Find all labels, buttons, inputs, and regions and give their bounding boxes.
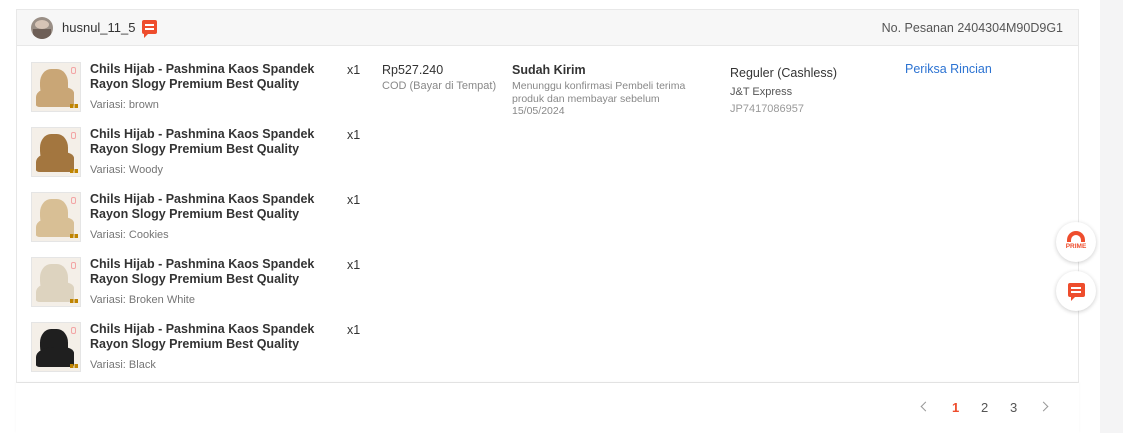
brand-dots [70, 299, 78, 303]
prime-label: PRIME [1065, 243, 1087, 250]
product-image-shape [36, 282, 74, 302]
product-image-shape [36, 152, 74, 172]
product-variant: Variasi: Broken White [90, 294, 195, 306]
brand-mark [71, 262, 76, 269]
check-details-link[interactable]: Periksa Rincian [905, 62, 992, 76]
order-items: Chils Hijab - Pashmina Kaos Spandek Rayo… [31, 60, 371, 385]
page-3-button[interactable]: 3 [1010, 400, 1017, 415]
chat-icon[interactable] [142, 20, 157, 38]
scrollbar-track[interactable] [1100, 0, 1123, 433]
brand-mark [71, 132, 76, 139]
chevron-right-icon[interactable] [1038, 401, 1049, 412]
list-item: Chils Hijab - Pashmina Kaos Spandek Rayo… [31, 125, 371, 190]
brand-dots [70, 364, 78, 368]
list-item: Chils Hijab - Pashmina Kaos Spandek Rayo… [31, 255, 371, 320]
chevron-left-icon[interactable] [920, 401, 931, 412]
brand-mark [71, 327, 76, 334]
order-total-price: Rp527.240 [382, 63, 444, 77]
product-image-shape [36, 217, 74, 237]
courier-name: J&T Express [730, 86, 793, 98]
page-2-button[interactable]: 2 [981, 400, 988, 415]
tracking-number: JP7417086957 [730, 103, 805, 115]
payment-method: COD (Bayar di Tempat) [382, 80, 497, 92]
chat-button[interactable] [1056, 271, 1096, 311]
product-title[interactable]: Chils Hijab - Pashmina Kaos Spandek Rayo… [90, 62, 342, 92]
product-image[interactable] [31, 192, 81, 242]
product-variant: Variasi: Woody [90, 164, 163, 176]
list-item: Chils Hijab - Pashmina Kaos Spandek Rayo… [31, 60, 371, 125]
product-title[interactable]: Chils Hijab - Pashmina Kaos Spandek Rayo… [90, 257, 342, 287]
product-quantity: x1 [347, 193, 361, 207]
avatar-face [35, 20, 49, 29]
order-card: husnul_11_5 No. Pesanan 2404304M90D9G1 C… [16, 9, 1079, 383]
brand-dots [70, 104, 78, 108]
brand-dots [70, 169, 78, 173]
product-title[interactable]: Chils Hijab - Pashmina Kaos Spandek Rayo… [90, 127, 342, 157]
brand-dots [70, 234, 78, 238]
page: husnul_11_5 No. Pesanan 2404304M90D9G1 C… [0, 0, 1123, 433]
product-variant: Variasi: Black [90, 359, 156, 371]
product-image[interactable] [31, 257, 81, 307]
product-image-shape [36, 87, 74, 107]
product-image[interactable] [31, 127, 81, 177]
product-title[interactable]: Chils Hijab - Pashmina Kaos Spandek Rayo… [90, 322, 342, 352]
product-image[interactable] [31, 322, 81, 372]
brand-mark [71, 67, 76, 74]
list-item: Chils Hijab - Pashmina Kaos Spandek Rayo… [31, 320, 371, 385]
order-status: Sudah Kirim [512, 63, 586, 77]
product-variant: Variasi: Cookies [90, 229, 169, 241]
order-number: No. Pesanan 2404304M90D9G1 [881, 21, 1063, 35]
pagination: 1 2 3 [16, 383, 1079, 433]
shipping-service: Reguler (Cashless) [730, 66, 837, 80]
avatar-body [33, 29, 51, 39]
product-quantity: x1 [347, 323, 361, 337]
chat-icon [1068, 283, 1085, 301]
list-item: Chils Hijab - Pashmina Kaos Spandek Rayo… [31, 190, 371, 255]
product-title[interactable]: Chils Hijab - Pashmina Kaos Spandek Rayo… [90, 192, 342, 222]
order-status-description: Menunggu konfirmasi Pembeli terima produ… [512, 80, 686, 117]
order-header: husnul_11_5 No. Pesanan 2404304M90D9G1 [17, 10, 1078, 46]
product-quantity: x1 [347, 258, 361, 272]
prime-button[interactable]: PRIME [1056, 222, 1096, 262]
product-quantity: x1 [347, 128, 361, 142]
buyer-name[interactable]: husnul_11_5 [62, 20, 136, 35]
product-image[interactable] [31, 62, 81, 112]
product-image-shape [36, 347, 74, 367]
brand-mark [71, 197, 76, 204]
product-variant: Variasi: brown [90, 99, 159, 111]
avatar[interactable] [31, 17, 53, 39]
product-quantity: x1 [347, 63, 361, 77]
page-1-button[interactable]: 1 [952, 400, 959, 415]
prime-icon [1067, 231, 1085, 242]
